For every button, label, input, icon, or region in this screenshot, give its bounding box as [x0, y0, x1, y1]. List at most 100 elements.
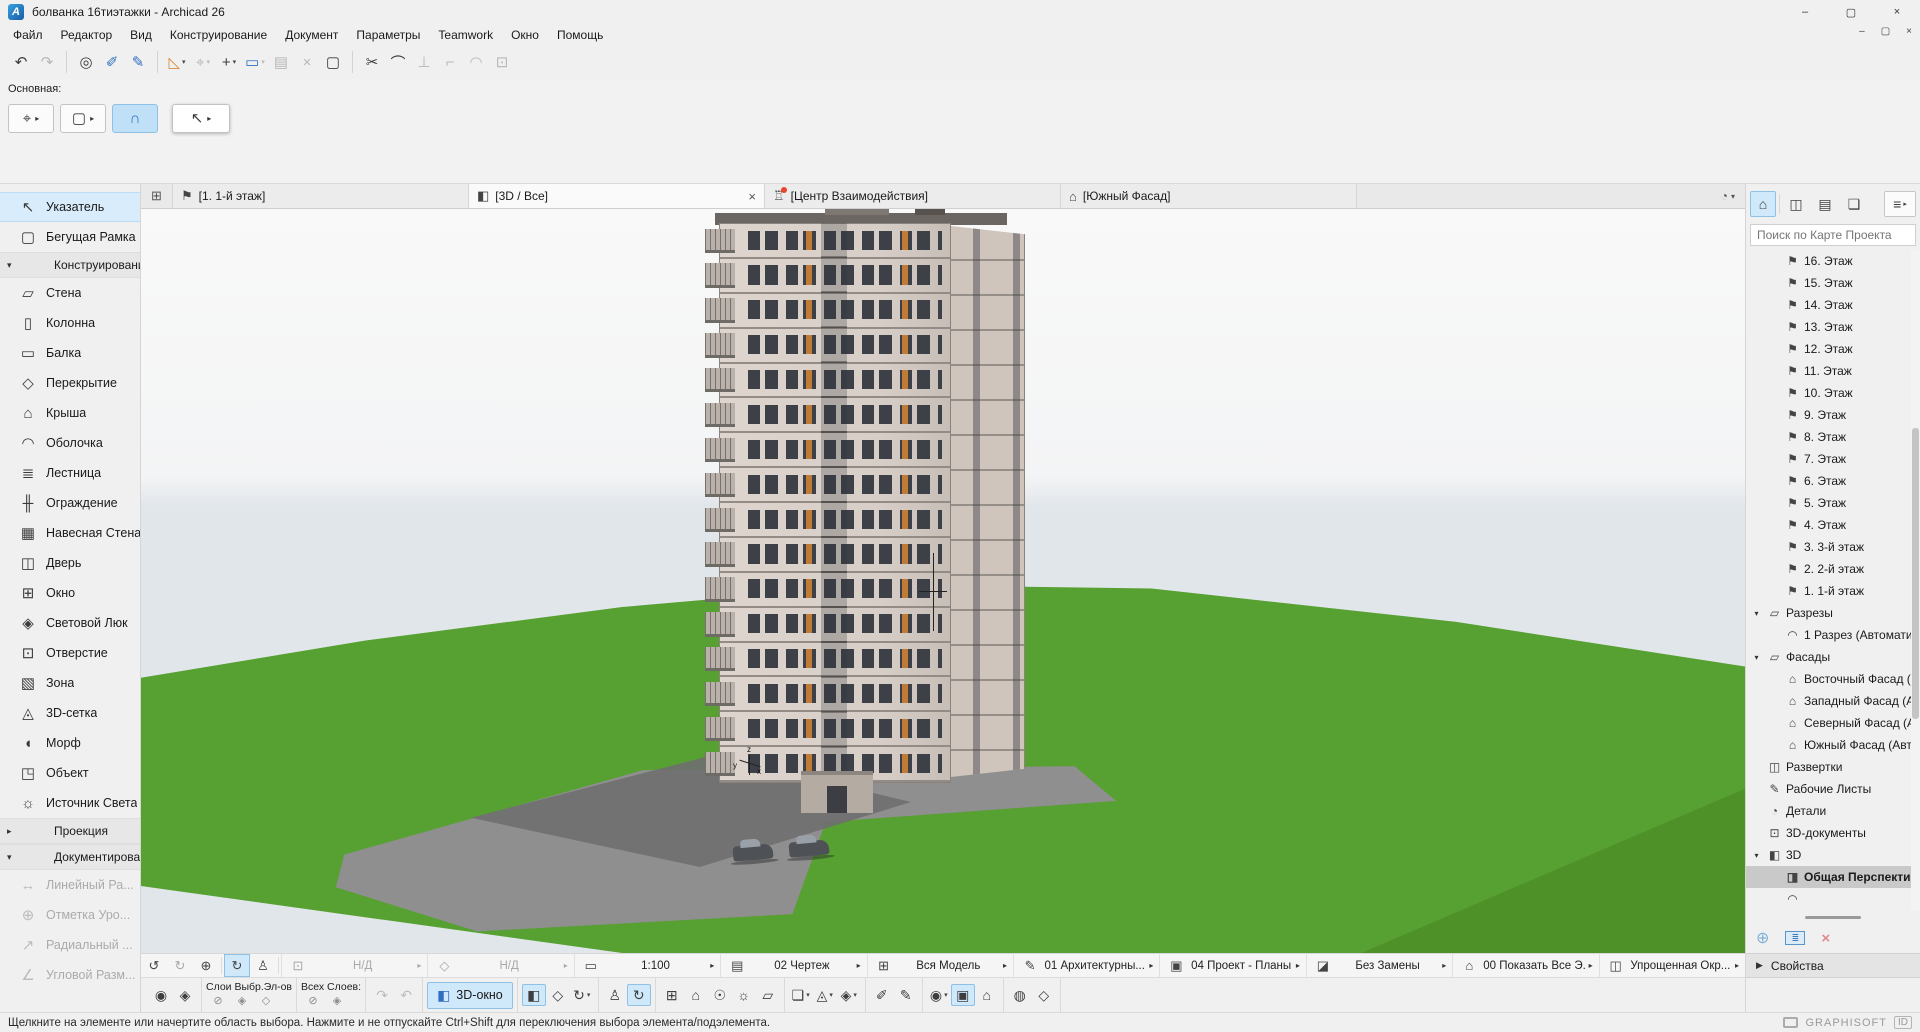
toolbar-button[interactable]: ▢ — [320, 49, 346, 75]
toolbox-item[interactable]: ▾ Документирование — [0, 844, 140, 870]
toolbar-button[interactable]: ◠ — [463, 49, 489, 75]
navigator-header-button[interactable]: ≡ ▸ — [1884, 191, 1916, 217]
toolbox-item[interactable]: ▱ Стена — [0, 278, 140, 308]
close-button[interactable]: × — [1874, 0, 1920, 24]
eyedropper-paint-icon[interactable]: ✎ — [894, 984, 918, 1006]
tree-item[interactable]: ⚑ 16. Этаж — [1746, 250, 1920, 272]
toolbar-button[interactable]: ⌒ — [385, 49, 411, 75]
toolbox-item[interactable]: ◫ Дверь — [0, 548, 140, 578]
marquee-undo-icon[interactable]: ↶ — [394, 984, 418, 1006]
search-input[interactable] — [1757, 228, 1909, 242]
view-tab[interactable]: ♖ [Центр Взаимодействия] — [765, 184, 1061, 208]
toolbar-button[interactable]: ▤ — [268, 49, 294, 75]
perspective-view-icon[interactable]: ◧ — [522, 984, 546, 1006]
toolbox-item[interactable]: ╫ Ограждение — [0, 488, 140, 518]
basic-tool-button[interactable]: ∩ — [112, 104, 158, 133]
tab-overview-button[interactable]: ⊞ — [141, 184, 173, 208]
menu-item[interactable]: Параметры — [347, 26, 429, 44]
toolbox-item[interactable]: ⌂ Крыша — [0, 398, 140, 428]
toolbox-item[interactable]: ∠ Угловой Разм... — [0, 960, 140, 990]
toolbox-item[interactable]: ⊡ Отверстие — [0, 638, 140, 668]
maximize-button[interactable]: ▢ — [1828, 0, 1874, 24]
view-tab[interactable]: ◧ [3D / Все] × — [469, 184, 765, 208]
tree-item[interactable]: ⚑ 15. Этаж — [1746, 272, 1920, 294]
toolbox-item[interactable]: ▦ Навесная Стена — [0, 518, 140, 548]
toolbox-item[interactable]: ▢ Бегущая Рамка — [0, 222, 140, 252]
toolbar-button[interactable]: ◎ — [73, 49, 99, 75]
cutting-planes-icon[interactable]: ⊞ — [660, 984, 684, 1006]
navigator-header-button[interactable] — [1779, 194, 1780, 214]
hide-layer-icon[interactable]: ⊘ — [206, 993, 230, 1009]
selection-visibility-icon[interactable]: ◉ — [149, 984, 173, 1006]
toolbox-item[interactable]: ▭ Балка — [0, 338, 140, 368]
tree-item[interactable]: ◨ Общая Перспектив — [1746, 866, 1920, 888]
basic-tool-button[interactable]: ⌖ ▸ — [8, 104, 54, 133]
tree-item[interactable]: ⚑ 14. Этаж — [1746, 294, 1920, 316]
toolbar-button[interactable]: ▭ ▾ — [242, 49, 268, 75]
toolbar-button[interactable]: × — [294, 49, 320, 75]
menu-item[interactable]: Редактор — [52, 26, 122, 44]
tree-item[interactable]: ⚑ 9. Этаж — [1746, 404, 1920, 426]
quick-option[interactable]: ▣ 04 Проект - Планы ▸ — [1159, 954, 1305, 977]
quick-option[interactable]: ⌂ 00 Показать Все Э... ▸ — [1452, 954, 1598, 977]
toolbar-button[interactable]: ✎ — [125, 49, 151, 75]
tree-item[interactable]: ▾ ▱ Фасады — [1746, 646, 1920, 668]
toolbar-button[interactable] — [66, 51, 67, 73]
delete-viewpoint-button[interactable]: × — [1821, 930, 1830, 947]
navigator-header-button[interactable]: ⌂ — [1750, 191, 1776, 217]
close-tab-icon[interactable]: × — [748, 189, 756, 204]
quick-option[interactable]: ✎ 01 Архитектурны... ▸ — [1013, 954, 1159, 977]
tree-item[interactable]: ▾ ◧ 3D — [1746, 844, 1920, 866]
orbit-mode-icon[interactable]: ↻ — [627, 984, 651, 1006]
tree-item[interactable]: ⚑ 8. Этаж — [1746, 426, 1920, 448]
navigator-header-button[interactable]: ❏ — [1841, 191, 1867, 217]
toolbox-item[interactable]: ☼ Источник Света — [0, 788, 140, 818]
marquee-redo-icon[interactable]: ↷ — [370, 984, 394, 1006]
toolbox-item[interactable]: ▧ Зона — [0, 668, 140, 698]
brush-icon[interactable]: ✐ — [870, 984, 894, 1006]
tree-scrollbar-thumb[interactable] — [1912, 428, 1919, 719]
quick-option[interactable]: ◇ Н/Д ▸ — [427, 954, 573, 977]
unlock-layer-icon[interactable]: ◇ — [254, 993, 278, 1009]
tree-item[interactable]: ⚑ 5. Этаж — [1746, 492, 1920, 514]
walk-mode-icon[interactable]: ♙ — [603, 984, 627, 1006]
quick-option[interactable]: ▤ 02 Чертеж ▸ — [720, 954, 866, 977]
paint-elements-icon[interactable]: ◈▾ — [837, 984, 861, 1006]
toolbar-button[interactable] — [157, 51, 158, 73]
quick-option[interactable]: ◫ Упрощенная Окр... ▸ — [1599, 954, 1745, 977]
home-story-icon[interactable]: ⌂ — [684, 984, 708, 1006]
toolbox-item[interactable]: ◬ 3D-сетка — [0, 698, 140, 728]
minimize-button[interactable]: – — [1782, 0, 1828, 24]
tree-item[interactable]: ◠ 1 Разрез (Автомати — [1746, 624, 1920, 646]
toolbar-button[interactable]: ↷ — [34, 49, 60, 75]
tree-item[interactable]: ⚑ 10. Этаж — [1746, 382, 1920, 404]
tree-item[interactable]: ⚑ 7. Этаж — [1746, 448, 1920, 470]
toolbox-item[interactable]: ▾ Конструирование — [0, 252, 140, 278]
mdi-close-button[interactable]: × — [1906, 26, 1912, 37]
quick-option[interactable] — [221, 957, 222, 974]
tree-item[interactable]: ⌂ Восточный Фасад ( — [1746, 668, 1920, 690]
camera-settings-icon[interactable]: ▣ — [951, 984, 975, 1006]
tree-item[interactable]: ◠ — [1746, 888, 1920, 910]
tree-item[interactable]: ⊡ 3D-документы — [1746, 822, 1920, 844]
menu-item[interactable]: Вид — [121, 26, 161, 44]
toolbox-item[interactable]: ↗ Радиальный ... — [0, 930, 140, 960]
new-object-icon[interactable]: ◇ — [1032, 984, 1056, 1006]
tree-item[interactable]: ◔ Детали — [1746, 800, 1920, 822]
tree-item[interactable]: ⚑ 6. Этаж — [1746, 470, 1920, 492]
add-viewpoint-button[interactable]: ⊕ — [1756, 928, 1769, 948]
toolbox-item[interactable]: ↖ Указатель — [0, 192, 140, 222]
navigator-header-button[interactable]: ◫ — [1783, 191, 1809, 217]
selection-lock-icon[interactable]: ◈ — [173, 984, 197, 1006]
lock-all-layers-icon[interactable]: ◈ — [325, 993, 349, 1009]
filter-elements-icon[interactable]: ◬▾ — [813, 984, 837, 1006]
tree-item[interactable]: ◫ Развертки — [1746, 756, 1920, 778]
toolbox-item[interactable]: ⊞ Окно — [0, 578, 140, 608]
quick-option[interactable]: ⊕ — [193, 954, 219, 977]
menu-item[interactable]: Окно — [502, 26, 548, 44]
quick-option[interactable]: ↻ — [224, 954, 250, 977]
tree-item[interactable]: ⌂ Западный Фасад (А — [1746, 690, 1920, 712]
toolbar-button[interactable]: ⊥ — [411, 49, 437, 75]
view-tab[interactable]: ⌂ [Южный Фасад] — [1061, 184, 1357, 208]
tree-item[interactable]: ⚑ 11. Этаж — [1746, 360, 1920, 382]
